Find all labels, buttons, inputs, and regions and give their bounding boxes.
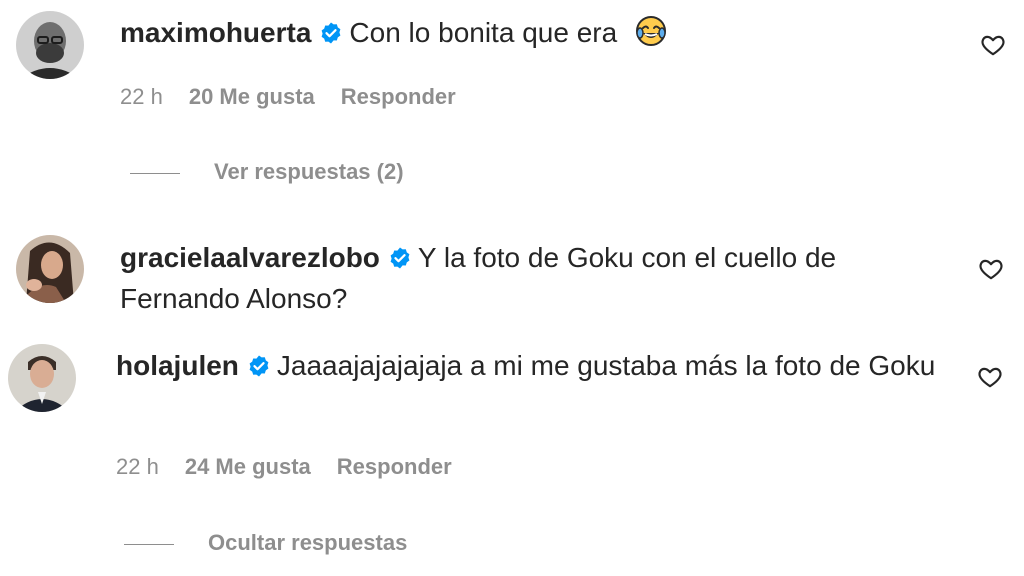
comment-text: Jaaaajajajajaja a mi me gustaba más la f… [276, 350, 936, 381]
like-heart-icon[interactable] [980, 32, 1006, 58]
hide-replies-button[interactable]: Ocultar respuestas [124, 528, 407, 558]
likes-count[interactable]: 24 Me gusta [185, 452, 311, 482]
comment-username[interactable]: holajulen [116, 350, 239, 381]
like-heart-icon[interactable] [977, 364, 1003, 390]
hide-replies-label: Ocultar respuestas [208, 530, 408, 555]
comment-text: Con lo bonita que era [349, 17, 618, 48]
avatar[interactable] [16, 11, 84, 79]
verified-badge-icon [388, 246, 412, 270]
comment-meta: 22 h 20 Me gusta Responder [120, 82, 456, 112]
comment-timestamp: 22 h [120, 84, 163, 109]
verified-badge-icon [247, 354, 271, 378]
comment-username[interactable]: gracielaalvarezlobo [120, 242, 380, 273]
verified-badge-icon [319, 21, 343, 45]
divider [130, 172, 180, 174]
reply-button[interactable]: Responder [337, 452, 452, 482]
comment-username[interactable]: maximohuerta [120, 17, 311, 48]
comment-body: maximohuerta Con lo bonita que era [120, 12, 960, 53]
laughing-tears-emoji-icon [635, 15, 667, 47]
comment-meta: 22 h 24 Me gusta Responder [116, 452, 452, 482]
view-replies-button[interactable]: Ver respuestas (2) [130, 157, 404, 187]
like-heart-icon[interactable] [978, 256, 1004, 282]
divider [124, 543, 174, 545]
comment-timestamp: 22 h [116, 454, 159, 479]
reply-button[interactable]: Responder [341, 82, 456, 112]
comment-body: holajulen Jaaaajajajajaja a mi me gustaba… [116, 345, 956, 386]
avatar[interactable] [8, 344, 76, 412]
view-replies-label: Ver respuestas (2) [214, 159, 404, 184]
likes-count[interactable]: 20 Me gusta [189, 82, 315, 112]
avatar[interactable] [16, 235, 84, 303]
comment-body: gracielaalvarezlobo Y la foto de Goku con… [120, 237, 960, 319]
